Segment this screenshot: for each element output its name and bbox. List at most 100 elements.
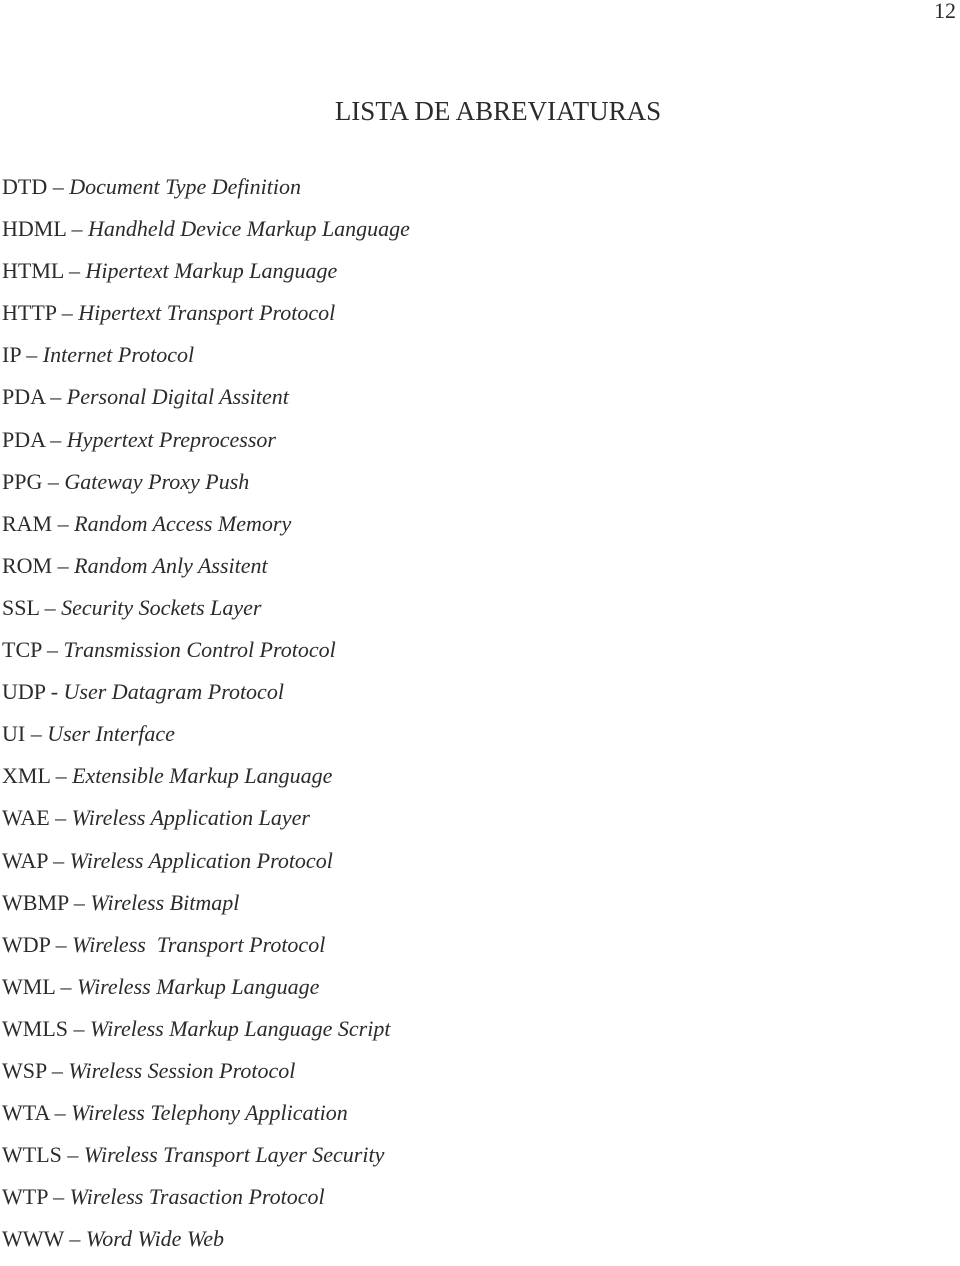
abbreviation-definition: User Datagram Protocol <box>63 679 284 705</box>
abbreviation-definition: User Interface <box>47 721 175 747</box>
abbreviation-term: DTD <box>2 174 48 199</box>
abbreviation-item: WML – Wireless Markup Language <box>2 972 410 1014</box>
abbreviation-separator: – <box>63 258 86 284</box>
abbreviation-separator: – <box>41 637 64 663</box>
abbreviation-item: PPG – Gateway Proxy Push <box>2 467 410 509</box>
abbreviation-separator: – <box>52 552 75 578</box>
abbreviation-term: WMLS <box>2 1015 68 1041</box>
abbreviation-item: PDA – Hypertext Preprocessor <box>2 425 410 467</box>
abbreviation-term: TCP <box>2 637 42 663</box>
abbreviation-definition: Wireless Telephony Application <box>71 1100 348 1126</box>
abbreviation-item: WTP – Wireless Trasaction Protocol <box>2 1182 410 1224</box>
abbreviation-separator: – <box>65 216 88 242</box>
abbreviation-definition: Wireless Markup Language Script <box>90 1015 391 1041</box>
abbreviation-item: UDP - User Datagram Protocol <box>2 677 410 719</box>
abbreviation-term: SSL <box>2 594 40 620</box>
abbreviation-separator: – <box>50 931 73 957</box>
abbreviation-term: WSP <box>2 1057 47 1083</box>
abbreviation-term: HDML <box>2 216 66 242</box>
abbreviation-definition: Hypertext Preprocessor <box>66 426 276 452</box>
abbreviation-separator: – <box>52 510 75 536</box>
abbreviation-separator: – <box>56 300 79 326</box>
abbreviation-definition: Transmission Control Protocol <box>63 637 336 663</box>
abbreviation-term: HTML <box>2 258 64 284</box>
abbreviation-separator: – <box>54 973 77 999</box>
abbreviation-term: WAE <box>2 805 50 831</box>
abbreviation-definition: Wireless Session Protocol <box>68 1057 296 1083</box>
abbreviation-definition: Random Anly Assitent <box>74 552 268 578</box>
abbreviation-separator: – <box>61 1142 84 1168</box>
abbreviation-definition: Random Access Memory <box>74 510 292 536</box>
abbreviation-separator: - <box>45 679 64 705</box>
abbreviation-item: PDA – Personal Digital Assitent <box>2 382 410 424</box>
abbreviation-term: PDA <box>2 384 45 410</box>
abbreviation-separator: – <box>47 174 70 199</box>
abbreviation-term: WTA <box>2 1100 50 1126</box>
abbreviation-item: ROM – Random Anly Assitent <box>2 551 410 593</box>
abbreviation-definition: Personal Digital Assitent <box>66 384 289 410</box>
abbreviation-item: DTD – Document Type Definition <box>2 172 410 214</box>
abbreviation-term: IP <box>2 342 21 368</box>
abbreviation-item: XML – Extensible Markup Language <box>2 761 410 803</box>
abbreviation-item: WDP – Wireless Transport Protocol <box>2 930 410 972</box>
abbreviation-separator: – <box>68 889 91 915</box>
abbreviation-definition: Extensible Markup Language <box>72 763 333 789</box>
abbreviation-term: WWW <box>2 1226 64 1252</box>
abbreviation-term: WAP <box>2 847 48 873</box>
abbreviation-separator: – <box>49 1100 72 1126</box>
abbreviation-definition: Hipertext Markup Language <box>85 258 338 284</box>
abbreviation-term: WDP <box>2 931 51 957</box>
abbreviation-item: IP – Internet Protocol <box>2 340 410 382</box>
abbreviation-definition: Document Type Definition <box>69 174 301 199</box>
abbreviation-item: WAP – Wireless Application Protocol <box>2 846 410 888</box>
abbreviation-separator: – <box>50 763 73 789</box>
abbreviation-separator: – <box>46 1057 69 1083</box>
abbreviation-item: RAM – Random Access Memory <box>2 509 410 551</box>
abbreviation-item: WMLS – Wireless Markup Language Script <box>2 1014 410 1056</box>
abbreviation-term: UI <box>2 721 26 747</box>
abbreviation-definition: Wireless Application Layer <box>71 805 310 831</box>
abbreviation-item: HDML – Handheld Device Markup Language <box>2 214 410 256</box>
abbreviation-separator: – <box>47 847 70 873</box>
abbreviation-separator: – <box>42 468 65 494</box>
abbreviation-term: PPG <box>2 468 43 494</box>
abbreviation-term: XML <box>2 763 51 789</box>
abbreviation-item: HTTP – Hipertext Transport Protocol <box>2 298 410 340</box>
abbreviation-item: WWW – Word Wide Web <box>2 1224 410 1266</box>
abbreviation-separator: – <box>25 721 48 747</box>
abbreviation-definition: Gateway Proxy Push <box>64 468 250 494</box>
abbreviation-item: WTLS – Wireless Transport Layer Security <box>2 1140 410 1182</box>
abbreviation-item: WAE – Wireless Application Layer <box>2 803 410 845</box>
abbreviation-item: HTML – Hipertext Markup Language <box>2 256 410 298</box>
abbreviation-item: WSP – Wireless Session Protocol <box>2 1056 410 1098</box>
abbreviation-separator: – <box>20 342 43 368</box>
abbreviation-definition: Internet Protocol <box>42 342 195 368</box>
abbreviation-definition: Wireless Bitmapl <box>90 889 240 915</box>
abbreviation-separator: – <box>63 1226 86 1252</box>
abbreviation-item: UI – User Interface <box>2 719 410 761</box>
abbreviation-definition: Hipertext Transport Protocol <box>78 300 336 326</box>
abbreviation-separator: – <box>49 805 72 831</box>
abbreviation-definition: Security Sockets Layer <box>61 594 262 620</box>
abbreviation-separator: – <box>47 1184 70 1210</box>
abbreviation-term: HTTP <box>2 300 57 326</box>
abbreviation-term: WBMP <box>2 889 69 915</box>
abbreviation-item: WBMP – Wireless Bitmapl <box>2 888 410 930</box>
page-number: 12 <box>934 0 956 23</box>
abbreviation-separator: – <box>44 384 67 410</box>
abbreviation-definition: Word Wide Web <box>85 1226 225 1252</box>
abbreviation-definition: Wireless Trasaction Protocol <box>69 1184 325 1210</box>
abbreviation-definition: Wireless Application Protocol <box>69 847 333 873</box>
abbreviation-term: WTLS <box>2 1142 62 1168</box>
abbreviation-definition: Wireless Transport Layer Security <box>83 1142 385 1168</box>
abbreviation-term: WML <box>2 973 55 999</box>
abbreviation-item: WTA – Wireless Telephony Application <box>2 1098 410 1140</box>
abbreviation-term: ROM <box>2 552 53 578</box>
abbreviation-term: UDP <box>2 679 46 705</box>
abbreviation-separator: – <box>44 426 67 452</box>
abbreviation-definition: Handheld Device Markup Language <box>87 216 410 242</box>
abbreviation-definition: Wireless Transport Protocol <box>72 931 326 957</box>
abbreviation-term: WTP <box>2 1184 48 1210</box>
abbreviation-item: TCP – Transmission Control Protocol <box>2 635 410 677</box>
abbreviation-separator: – <box>68 1015 90 1041</box>
